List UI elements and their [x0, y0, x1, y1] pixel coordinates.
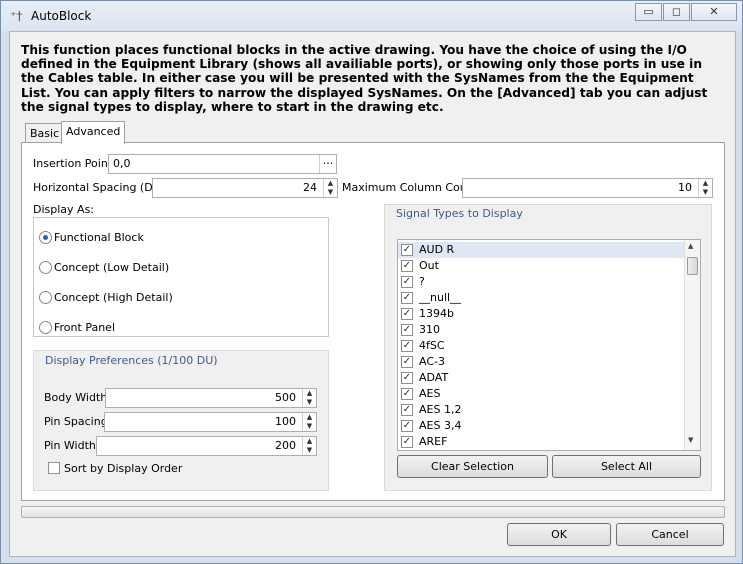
list-item[interactable]: ✓? — [398, 274, 685, 290]
signal-label: AES 1,2 — [419, 403, 462, 416]
signal-label: 310 — [419, 323, 440, 336]
list-item[interactable]: ✓ AES 3,4 — [398, 418, 685, 434]
signal-checkbox[interactable]: ✓ — [401, 356, 413, 368]
list-item[interactable]: ✓ ADAT — [398, 370, 685, 386]
list-item[interactable]: ✓ 310 — [398, 322, 685, 338]
browse-button[interactable]: ··· — [319, 155, 336, 173]
scroll-down-icon[interactable]: ▼ — [688, 436, 693, 444]
radio-concept-low-label[interactable]: Concept (Low Detail) — [54, 261, 169, 274]
signal-checkbox[interactable]: ✓ — [401, 404, 413, 416]
cancel-button[interactable]: Cancel — [616, 523, 724, 546]
list-item[interactable]: ✓ AES 1,2 — [398, 402, 685, 418]
signal-checkbox[interactable]: ✓ — [401, 436, 413, 448]
pin-spacing-label: Pin Spacing — [44, 415, 108, 428]
tab-advanced[interactable]: Advanced — [61, 121, 125, 144]
signal-label: AUD R — [419, 243, 455, 256]
radio-concept-low[interactable] — [39, 261, 52, 274]
tab-basic[interactable]: Basic — [25, 123, 62, 143]
radio-functional-block[interactable] — [39, 231, 52, 244]
horizontal-spacing-stepper[interactable]: ▲ ▼ — [323, 179, 337, 197]
ok-button[interactable]: OK — [507, 523, 611, 546]
list-item[interactable]: ✓ AUD R — [398, 242, 685, 258]
scroll-up-icon[interactable]: ▲ — [688, 242, 693, 250]
list-scrollbar[interactable]: ▲ ▼ — [684, 240, 700, 450]
sort-checkbox[interactable] — [48, 462, 60, 474]
radio-functional-block-label[interactable]: Functional Block — [54, 231, 144, 244]
radio-concept-high-label[interactable]: Concept (High Detail) — [54, 291, 173, 304]
signal-label: 4fSC — [419, 339, 445, 352]
pin-width-stepper[interactable]: ▲ ▼ — [302, 437, 316, 455]
signal-checkbox[interactable]: ✓ — [401, 308, 413, 320]
horizontal-spacing-label: Horizontal Spacing (DU) — [33, 181, 166, 194]
signal-checkbox[interactable]: ✓ — [401, 340, 413, 352]
maximize-icon: ◻ — [671, 5, 682, 18]
list-item[interactable]: ✓ 1394b — [398, 306, 685, 322]
signal-checkbox[interactable]: ✓ — [401, 388, 413, 400]
minimize-button[interactable]: ▭ — [635, 3, 662, 21]
pin-width-label: Pin Width — [44, 439, 96, 452]
signal-label: AES — [419, 387, 441, 400]
signal-label: Out — [419, 259, 439, 272]
max-column-count-stepper[interactable]: ▲ ▼ — [698, 179, 712, 197]
radio-front-panel[interactable] — [39, 321, 52, 334]
signal-label: AREF — [419, 435, 448, 448]
signal-types-title: Signal Types to Display — [396, 207, 523, 220]
pin-width-input[interactable]: 200 — [96, 436, 317, 456]
body-width-label: Body Width — [44, 391, 108, 404]
signal-label: ADAT — [419, 371, 449, 384]
insertion-point-label: Insertion Point — [33, 157, 113, 170]
signal-label: ? — [419, 275, 425, 288]
signal-checkbox[interactable]: ✓ — [401, 372, 413, 384]
close-button[interactable]: ✕ — [691, 3, 737, 21]
signal-checkbox[interactable]: ✓ — [401, 260, 413, 272]
max-column-count-input[interactable]: 10 — [462, 178, 713, 198]
list-item[interactable]: ✓ AREF — [398, 434, 685, 450]
horizontal-spacing-input[interactable]: 24 — [152, 178, 338, 198]
signal-checkbox[interactable]: ✓ — [401, 292, 413, 304]
signal-types-list[interactable]: ✓ AUD R ✓ Out ✓? ✓ __null__ ✓ 1394b ✓ 310 ✓ 4fSC ✓ AC-… — [397, 239, 701, 451]
sort-label[interactable]: Sort by Display Order — [64, 462, 182, 475]
progress-bar — [21, 506, 725, 518]
dialog-body: This function places functional blocks i… — [9, 31, 736, 557]
signal-checkbox[interactable]: ✓ — [401, 420, 413, 432]
signal-label: AC-3 — [419, 355, 445, 368]
signal-checkbox[interactable]: ✓ — [401, 276, 413, 288]
scroll-thumb[interactable] — [687, 257, 698, 275]
pin-spacing-stepper[interactable]: ▲ ▼ — [302, 413, 316, 431]
pin-spacing-input[interactable]: 100 — [104, 412, 317, 432]
signal-label: 1394b — [419, 307, 454, 320]
list-item[interactable]: ✓ __null__ — [398, 290, 685, 306]
list-item[interactable]: ✓ Out — [398, 258, 685, 274]
select-all-button[interactable]: Select All — [552, 455, 701, 478]
signal-label: AES 3,4 — [419, 419, 462, 432]
app-icon: ⁺† — [10, 9, 23, 23]
close-icon: ✕ — [709, 5, 719, 18]
signal-checkbox[interactable]: ✓ — [401, 324, 413, 336]
clear-selection-button[interactable]: Clear Selection — [397, 455, 548, 478]
minimize-icon: ▭ — [643, 5, 654, 18]
title-bar[interactable]: ⁺† AutoBlock ▭ ◻ ✕ — [1, 1, 742, 31]
autoblock-window: ⁺† AutoBlock ▭ ◻ ✕ This function places … — [0, 0, 743, 564]
display-preferences-group: Display Preferences (1/100 DU) Body Widt… — [33, 350, 329, 491]
radio-front-panel-label[interactable]: Front Panel — [54, 321, 115, 334]
window-title: AutoBlock — [31, 9, 92, 23]
maximize-button[interactable]: ◻ — [663, 3, 690, 21]
description-text: This function places functional blocks i… — [21, 43, 708, 114]
insertion-point-input[interactable]: 0,0 — [108, 154, 337, 174]
display-as-label: Display As: — [33, 203, 95, 216]
display-as-group: Functional Block Concept (Low Detail) Co… — [33, 217, 329, 337]
list-item[interactable]: ✓ AES — [398, 386, 685, 402]
max-column-count-label: Maximum Column Count — [342, 181, 478, 194]
list-item[interactable]: ✓ AC-3 — [398, 354, 685, 370]
body-width-stepper[interactable]: ▲ ▼ — [302, 389, 316, 407]
advanced-panel: Insertion Point 0,0 ··· Horizontal Spaci… — [21, 142, 725, 501]
signal-label: __null__ — [419, 291, 462, 304]
radio-concept-high[interactable] — [39, 291, 52, 304]
list-item[interactable]: ✓ 4fSC — [398, 338, 685, 354]
body-width-input[interactable]: 500 — [105, 388, 317, 408]
signal-checkbox[interactable]: ✓ — [401, 244, 413, 256]
display-preferences-title: Display Preferences (1/100 DU) — [45, 354, 218, 367]
